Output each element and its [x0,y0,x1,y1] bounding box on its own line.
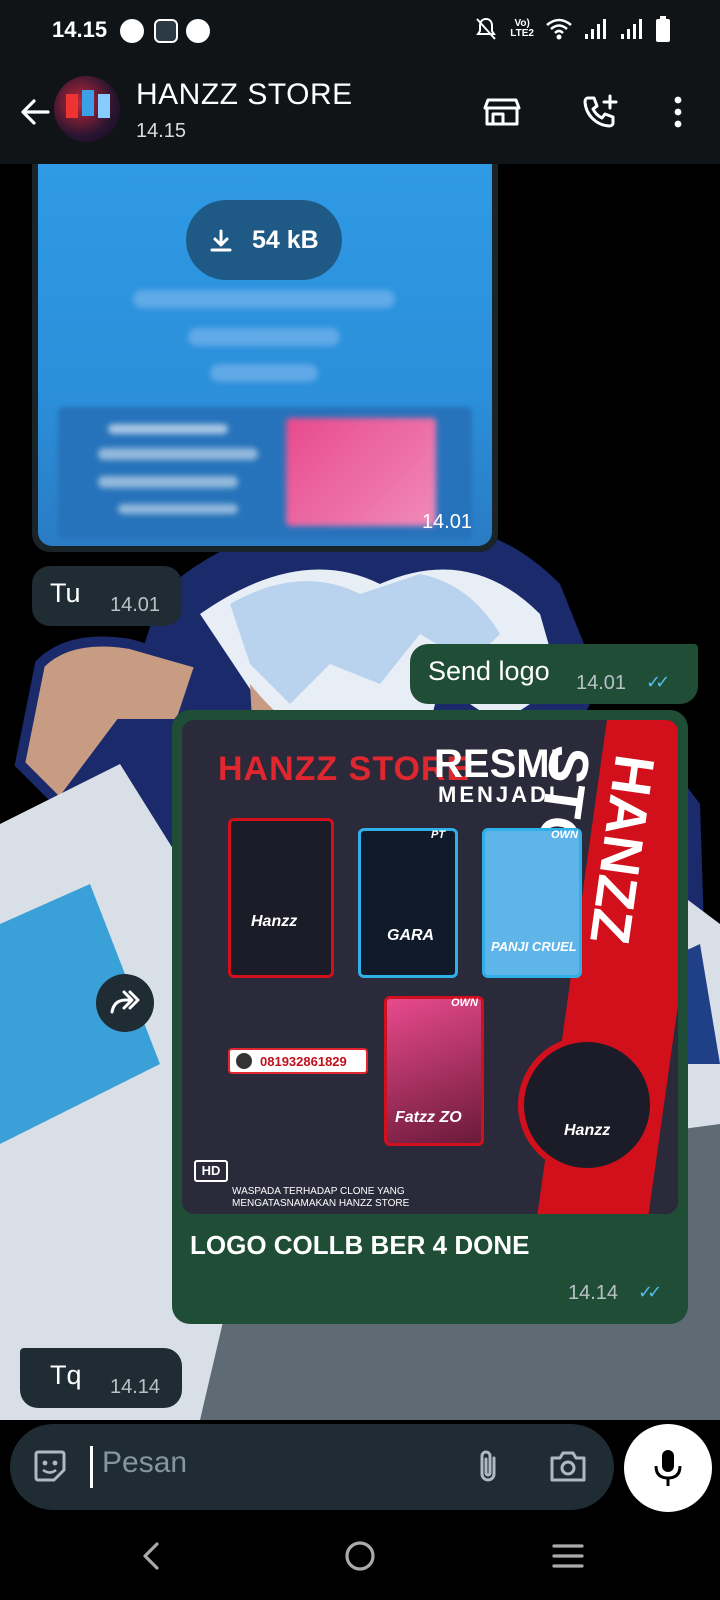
logo-image[interactable]: HANZZ STORE HANZZ STORE RESMI MENJADI Ha… [182,720,678,1214]
nav-back-icon[interactable] [130,1534,174,1578]
message-time: 14.01 [110,594,161,616]
image-message-logo[interactable]: HANZZ STORE HANZZ STORE RESMI MENJADI Ha… [172,710,688,1324]
chat-area[interactable]: 54 kB 14.01 Tu 14.01 Send logo 14.01 ✓✓ … [0,164,720,1420]
logo-card-panji: PANJI CRUEL OWN [482,828,582,978]
contact-name[interactable]: HANZZ STORE [136,78,353,112]
add-call-icon[interactable] [578,90,622,134]
mic-button[interactable] [624,1424,712,1512]
speed-icon-2 [186,19,210,43]
message-text: Tu [50,578,81,608]
message-time: 14.14 [568,1282,619,1304]
logo-title: HANZZ STORE [218,750,471,788]
message-bubble-incoming[interactable]: Tu 14.01 [32,566,182,626]
message-time: 14.14 [110,1376,161,1398]
chat-header: HANZZ STORE 14.15 [0,62,720,164]
nav-recents-icon[interactable] [546,1534,590,1578]
battery-icon [656,16,670,42]
logo-card-fatzz: Fatzz ZO OWN [384,996,484,1146]
paperclip-icon[interactable] [468,1446,508,1486]
logo-card-hanzz: Hanzz [228,818,334,978]
logo-resmi: RESMI [434,742,561,786]
message-bubble-outgoing[interactable]: Send logo 14.01 ✓✓ [410,644,698,704]
lte-label: Vo) LTE2 [510,18,534,39]
message-text: Tq [50,1360,82,1390]
whatsapp-icon [236,1053,252,1069]
read-ticks-icon: ✓✓ [646,672,670,692]
message-time: 14.01 [576,672,627,694]
signal-icon-2 [621,19,642,39]
logo-menjadi: MENJADI [438,782,559,807]
image-caption: LOGO COLLB BER 4 DONE [190,1230,530,1260]
text-caret [90,1446,93,1488]
store-icon[interactable] [480,90,524,134]
blurred-receipt-image[interactable]: 54 kB 14.01 [38,164,492,546]
microphone-icon [654,1450,682,1486]
status-time: 14.15 [52,17,108,42]
message-bubble-incoming[interactable]: Tq 14.14 [20,1348,182,1408]
contact-avatar[interactable] [54,76,120,142]
hd-badge: HD [194,1160,228,1182]
mute-icon [476,17,497,40]
warning-text: WASPADA TERHADAP CLONE YANG MENGATASNAMA… [232,1186,410,1209]
download-icon [210,229,232,252]
read-ticks-icon: ✓✓ [638,1282,662,1302]
wifi-icon [546,18,572,40]
back-arrow-icon[interactable] [14,90,58,134]
logo-card-gara: GARA PT [358,828,458,978]
message-text: Send logo [428,656,550,686]
phone-tag: 081932861829 [228,1048,368,1074]
download-button[interactable]: 54 kB [186,200,342,280]
nav-home-icon[interactable] [338,1534,382,1578]
speed-icon [120,19,144,43]
message-composer[interactable]: Pesan [10,1424,614,1510]
status-icons: Vo) LTE2 [474,16,670,42]
signal-icon-1 [585,19,606,39]
message-input[interactable]: Pesan [102,1446,187,1480]
download-size: 54 kB [252,226,319,254]
forward-icon [110,990,140,1014]
last-seen: 14.15 [136,120,187,142]
sticker-icon[interactable] [30,1446,70,1486]
forward-button[interactable] [96,974,154,1032]
status-bar: 14.15 Vo) LTE2 [0,0,720,62]
message-time: 14.01 [421,511,472,533]
logo-circle-hanzz: Hanzz [518,1036,656,1174]
more-options-icon[interactable] [656,90,700,134]
image-message-receipt[interactable]: 54 kB 14.01 [32,164,498,552]
app-notification-icon [154,19,178,43]
system-nav-bar [0,1512,720,1600]
camera-icon[interactable] [546,1446,590,1486]
